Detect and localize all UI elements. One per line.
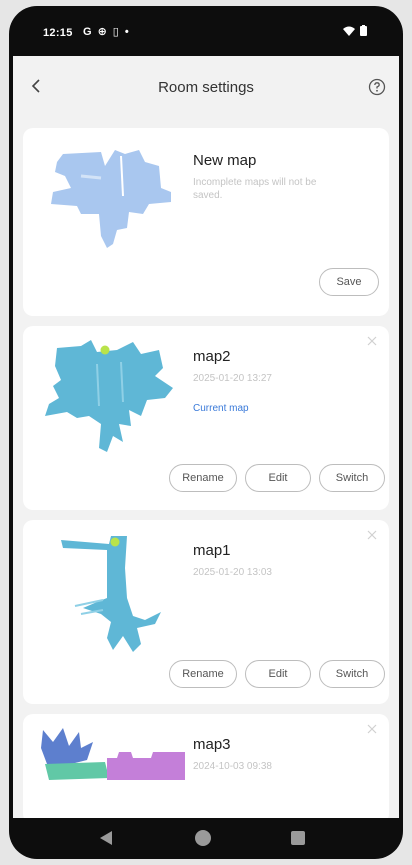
new-map-card: New map Incomplete maps will not be save… xyxy=(23,128,389,316)
rename-button[interactable]: Rename xyxy=(169,660,237,688)
map-name: map2 xyxy=(193,348,231,365)
map-name: map3 xyxy=(193,736,231,753)
app-screen: Room settings New map Incomplete maps wi… xyxy=(13,56,399,818)
map-name: map1 xyxy=(193,542,231,559)
dot-icon: • xyxy=(124,25,129,38)
save-button[interactable]: Save xyxy=(319,268,379,296)
map2-thumbnail xyxy=(45,340,173,452)
new-map-thumbnail xyxy=(51,150,171,248)
edit-button[interactable]: Edit xyxy=(245,660,311,688)
back-triangle-icon[interactable] xyxy=(99,830,113,846)
recents-square-icon[interactable] xyxy=(291,831,305,845)
g-icon: G xyxy=(83,25,92,38)
delete-x-icon[interactable] xyxy=(367,336,377,346)
app-bar: Room settings xyxy=(13,56,399,118)
map-card-map1: map1 2025-01-20 13:03 Rename Edit Switch xyxy=(23,520,389,704)
map-card-map3: map3 2024-10-03 09:38 xyxy=(23,714,389,818)
delete-x-icon[interactable] xyxy=(367,724,377,734)
status-left-icons: G ⊕ ▯ • xyxy=(83,25,129,39)
map-timestamp: 2025-01-20 13:27 xyxy=(193,373,272,384)
wifi-icon xyxy=(343,26,355,36)
new-map-note: Incomplete maps will not be saved. xyxy=(193,177,317,201)
current-map-label: Current map xyxy=(193,403,249,414)
map1-thumbnail xyxy=(61,536,161,652)
help-circle-icon[interactable] xyxy=(367,77,387,97)
battery-icon xyxy=(360,25,367,36)
map-timestamp: 2024-10-03 09:38 xyxy=(193,761,272,772)
settings-icon: ⊕ xyxy=(97,26,107,38)
page-title: Room settings xyxy=(158,79,254,96)
switch-button[interactable]: Switch xyxy=(319,464,385,492)
new-map-name: New map xyxy=(193,152,257,169)
rename-button[interactable]: Rename xyxy=(169,464,237,492)
system-nav-bar xyxy=(9,818,403,859)
status-right-icons xyxy=(343,25,367,36)
delete-x-icon[interactable] xyxy=(367,530,377,540)
home-circle-icon[interactable] xyxy=(195,830,211,846)
switch-button[interactable]: Switch xyxy=(319,660,385,688)
map-card-map2: map2 2025-01-20 13:27 Current map Rename… xyxy=(23,326,389,510)
edit-button[interactable]: Edit xyxy=(245,464,311,492)
battery-saver-icon: ▯ xyxy=(112,26,119,38)
status-bar: 12:15 G ⊕ ▯ • xyxy=(9,6,403,56)
map3-thumbnail xyxy=(41,728,185,780)
map-timestamp: 2025-01-20 13:03 xyxy=(193,567,272,578)
status-time: 12:15 xyxy=(43,27,73,39)
phone-frame: 12:15 G ⊕ ▯ • Room settings New map Inco… xyxy=(9,6,403,859)
